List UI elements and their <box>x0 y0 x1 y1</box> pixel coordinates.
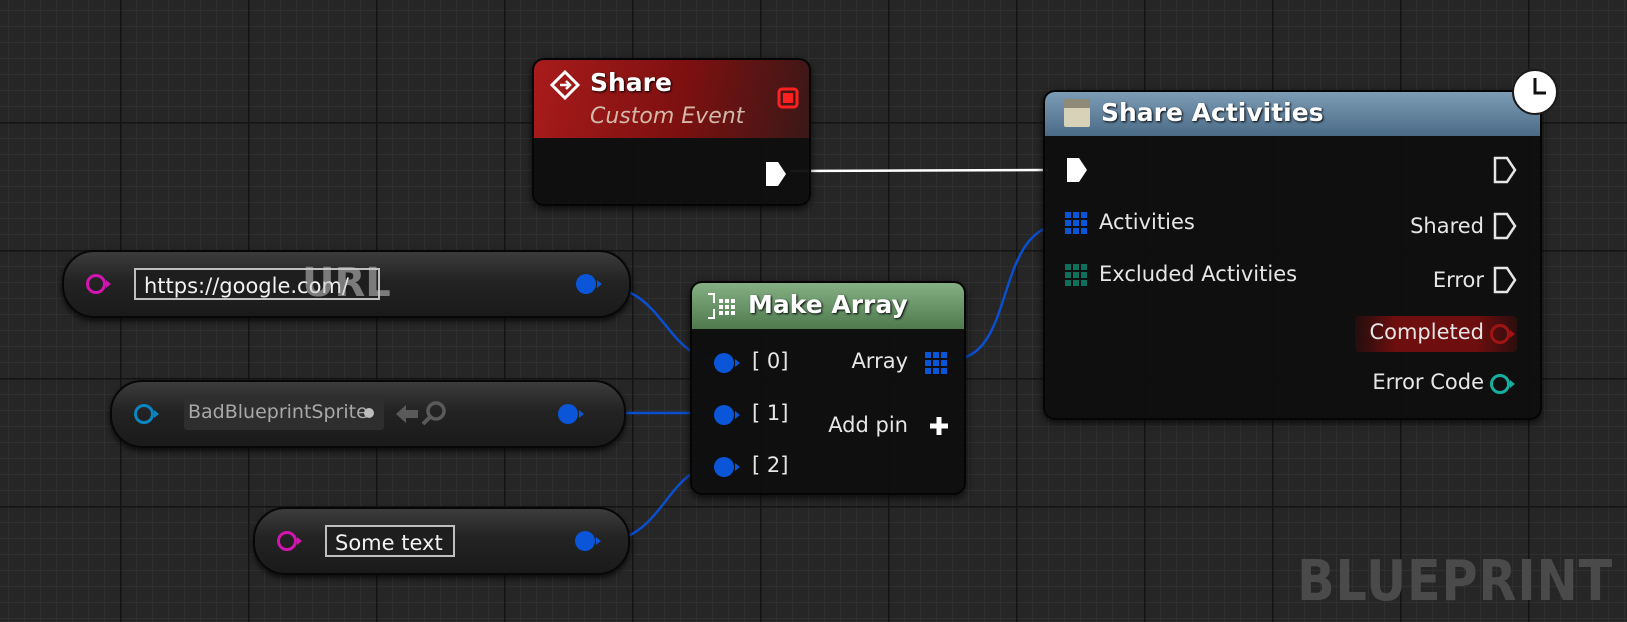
share-activities-title: Share Activities <box>1101 98 1324 127</box>
add-pin-plus-icon[interactable] <box>928 415 950 437</box>
text-input-pin-icon[interactable] <box>275 529 305 553</box>
activities-array-pin-icon[interactable] <box>1065 212 1087 234</box>
text-literal-node[interactable]: Some text <box>253 507 630 575</box>
url-output-pin-icon[interactable] <box>574 272 604 296</box>
dropdown-dot-icon <box>364 408 374 418</box>
completed-pin-label: Completed <box>1369 320 1484 344</box>
sprite-input-pin-icon[interactable] <box>132 402 162 426</box>
array-input-0-label: [ 0] <box>752 349 789 373</box>
array-output-label: Array <box>851 349 908 373</box>
text-output-pin-icon[interactable] <box>573 529 603 553</box>
text-textbox[interactable]: Some text <box>325 525 455 557</box>
blueprint-watermark: BLUEPRINT <box>1296 549 1613 614</box>
use-selected-arrow-icon[interactable] <box>394 402 420 426</box>
share-activities-node[interactable]: Share Activities Activities Excluded Act… <box>1043 69 1558 420</box>
make-array-header: Make Array <box>692 283 964 329</box>
error-code-pin-icon[interactable] <box>1489 372 1517 396</box>
share-event-exec-out-pin[interactable] <box>764 160 788 188</box>
browse-search-icon[interactable] <box>420 400 448 428</box>
shared-exec-out-pin[interactable] <box>1493 212 1517 240</box>
url-literal-node[interactable]: https://google.com/ URL <box>62 250 631 318</box>
shared-pin-label: Shared <box>1410 214 1484 238</box>
activities-pin-label: Activities <box>1099 210 1195 234</box>
url-input-pin-icon[interactable] <box>84 272 114 296</box>
completed-delegate-pin-icon[interactable] <box>1489 322 1517 346</box>
share-event-header: Share Custom Event <box>534 60 809 138</box>
error-pin-label: Error <box>1432 268 1484 292</box>
sprite-literal-node[interactable]: BadBlueprintSprite <box>110 380 626 448</box>
share-event-node[interactable]: Share Custom Event <box>532 58 811 206</box>
array-input-2-pin-icon[interactable] <box>712 455 742 479</box>
make-array-title: Make Array <box>748 290 908 319</box>
function-icon <box>1064 99 1090 127</box>
excluded-activities-array-pin-icon[interactable] <box>1065 264 1087 286</box>
array-output-pin-icon[interactable] <box>924 351 948 375</box>
make-array-node[interactable]: Make Array [ 0] [ 1] [ 2] Array Add pin <box>690 281 966 495</box>
share-activities-exec-in-pin[interactable] <box>1065 156 1089 184</box>
array-input-1-label: [ 1] <box>752 401 789 425</box>
event-diamond-icon <box>550 70 580 100</box>
excluded-activities-pin-label: Excluded Activities <box>1099 262 1298 286</box>
delegate-pin-icon[interactable] <box>777 87 799 109</box>
sprite-output-pin-icon[interactable] <box>556 402 586 426</box>
exec-wire <box>789 168 1049 173</box>
add-pin-label[interactable]: Add pin <box>828 413 908 437</box>
sprite-asset-value: BadBlueprintSprite <box>188 401 368 423</box>
share-activities-header: Share Activities <box>1045 92 1540 136</box>
error-code-pin-label: Error Code <box>1372 370 1484 394</box>
latent-clock-icon <box>1512 69 1558 115</box>
array-input-2-label: [ 2] <box>752 453 789 477</box>
array-input-1-pin-icon[interactable] <box>712 403 742 427</box>
make-array-icon <box>708 293 735 319</box>
share-activities-exec-out-pin[interactable] <box>1493 156 1517 184</box>
share-event-title: Share <box>590 68 672 97</box>
url-watermark: URL <box>302 260 391 306</box>
error-exec-out-pin[interactable] <box>1493 266 1517 294</box>
sprite-asset-dropdown[interactable]: BadBlueprintSprite <box>184 396 384 430</box>
share-event-subtitle: Custom Event <box>590 104 745 129</box>
array-input-0-pin-icon[interactable] <box>712 351 742 375</box>
